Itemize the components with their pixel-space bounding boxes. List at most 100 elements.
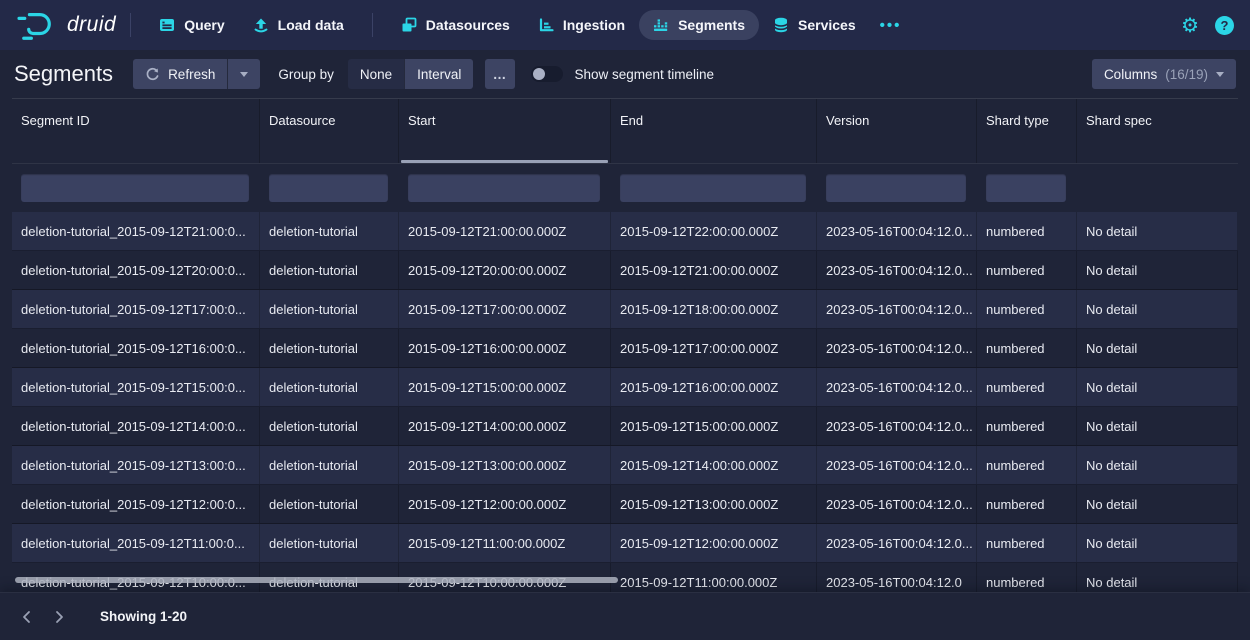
cell-end[interactable]: 2015-09-12T18:00:00.000Z — [611, 290, 817, 328]
cell-segment-id[interactable]: deletion-tutorial_2015-09-12T12:00:0... — [12, 485, 260, 523]
horizontal-scrollbar[interactable] — [15, 577, 618, 583]
cell-datasource[interactable]: deletion-tutorial — [260, 485, 399, 523]
cell-start[interactable]: 2015-09-12T13:00:00.000Z — [399, 446, 611, 484]
more-menu-button[interactable]: ••• — [870, 17, 912, 34]
cell-shard-type[interactable]: numbered — [977, 485, 1077, 523]
columns-dropdown-button[interactable]: Columns (16/19) — [1092, 59, 1236, 89]
cell-datasource[interactable]: deletion-tutorial — [260, 368, 399, 406]
cell-version[interactable]: 2023-05-16T00:04:12.0... — [817, 290, 977, 328]
table-row[interactable]: deletion-tutorial_2015-09-12T11:00:0...d… — [12, 524, 1238, 563]
cell-start[interactable]: 2015-09-12T17:00:00.000Z — [399, 290, 611, 328]
nav-item-services[interactable]: Services — [759, 10, 870, 40]
cell-start[interactable]: 2015-09-12T11:00:00.000Z — [399, 524, 611, 562]
cell-end[interactable]: 2015-09-12T12:00:00.000Z — [611, 524, 817, 562]
cell-end[interactable]: 2015-09-12T15:00:00.000Z — [611, 407, 817, 445]
cell-segment-id[interactable]: deletion-tutorial_2015-09-12T20:00:0... — [12, 251, 260, 289]
column-header-shard-type[interactable]: Shard type — [977, 99, 1077, 163]
cell-segment-id[interactable]: deletion-tutorial_2015-09-12T16:00:0... — [12, 329, 260, 367]
filter-input-datasource[interactable] — [269, 174, 388, 202]
cell-start[interactable]: 2015-09-12T21:00:00.000Z — [399, 212, 611, 250]
cell-version[interactable]: 2023-05-16T00:04:12.0... — [817, 446, 977, 484]
table-row[interactable]: deletion-tutorial_2015-09-12T14:00:0...d… — [12, 407, 1238, 446]
refresh-button[interactable]: Refresh — [133, 59, 227, 89]
filter-input-end[interactable] — [620, 174, 806, 202]
cell-version[interactable]: 2023-05-16T00:04:12.0... — [817, 251, 977, 289]
cell-shard-spec[interactable]: No detail — [1077, 446, 1238, 484]
table-row[interactable]: deletion-tutorial_2015-09-12T12:00:0...d… — [12, 485, 1238, 524]
cell-shard-spec[interactable]: No detail — [1077, 329, 1238, 367]
more-actions-button[interactable]: … — [485, 59, 515, 89]
cell-segment-id[interactable]: deletion-tutorial_2015-09-12T21:00:0... — [12, 212, 260, 250]
previous-page-button[interactable] — [16, 606, 38, 628]
next-page-button[interactable] — [48, 606, 70, 628]
cell-end[interactable]: 2015-09-12T14:00:00.000Z — [611, 446, 817, 484]
cell-version[interactable]: 2023-05-16T00:04:12.0... — [817, 329, 977, 367]
gear-icon[interactable]: ⚙ — [1181, 15, 1199, 35]
table-row[interactable]: deletion-tutorial_2015-09-12T17:00:0...d… — [12, 290, 1238, 329]
nav-item-load-data[interactable]: Load data — [239, 10, 358, 40]
cell-version[interactable]: 2023-05-16T00:04:12.0... — [817, 212, 977, 250]
cell-start[interactable]: 2015-09-12T14:00:00.000Z — [399, 407, 611, 445]
cell-datasource[interactable]: deletion-tutorial — [260, 329, 399, 367]
cell-shard-spec[interactable]: No detail — [1077, 251, 1238, 289]
nav-item-segments[interactable]: Segments — [639, 10, 759, 40]
cell-shard-type[interactable]: numbered — [977, 524, 1077, 562]
filter-input-shard-type[interactable] — [986, 174, 1066, 202]
group-by-none-button[interactable]: None — [348, 59, 404, 89]
cell-shard-spec[interactable]: No detail — [1077, 524, 1238, 562]
table-row[interactable]: deletion-tutorial_2015-09-12T15:00:0...d… — [12, 368, 1238, 407]
cell-end[interactable]: 2015-09-12T22:00:00.000Z — [611, 212, 817, 250]
help-icon[interactable]: ? — [1215, 16, 1234, 35]
filter-input-start[interactable] — [408, 174, 600, 202]
cell-segment-id[interactable]: deletion-tutorial_2015-09-12T17:00:0... — [12, 290, 260, 328]
cell-shard-type[interactable]: numbered — [977, 368, 1077, 406]
nav-item-ingestion[interactable]: Ingestion — [524, 10, 639, 40]
cell-shard-spec[interactable]: No detail — [1077, 368, 1238, 406]
cell-segment-id[interactable]: deletion-tutorial_2015-09-12T11:00:0... — [12, 524, 260, 562]
cell-end[interactable]: 2015-09-12T21:00:00.000Z — [611, 251, 817, 289]
cell-version[interactable]: 2023-05-16T00:04:12.0... — [817, 407, 977, 445]
cell-datasource[interactable]: deletion-tutorial — [260, 212, 399, 250]
cell-end[interactable]: 2015-09-12T13:00:00.000Z — [611, 485, 817, 523]
group-by-interval-button[interactable]: Interval — [404, 59, 473, 89]
cell-segment-id[interactable]: deletion-tutorial_2015-09-12T14:00:0... — [12, 407, 260, 445]
cell-shard-type[interactable]: numbered — [977, 212, 1077, 250]
table-row[interactable]: deletion-tutorial_2015-09-12T20:00:0...d… — [12, 251, 1238, 290]
cell-segment-id[interactable]: deletion-tutorial_2015-09-12T13:00:0... — [12, 446, 260, 484]
cell-end[interactable]: 2015-09-12T17:00:00.000Z — [611, 329, 817, 367]
column-header-version[interactable]: Version — [817, 99, 977, 163]
table-row[interactable]: deletion-tutorial_2015-09-12T13:00:0...d… — [12, 446, 1238, 485]
cell-start[interactable]: 2015-09-12T15:00:00.000Z — [399, 368, 611, 406]
cell-start[interactable]: 2015-09-12T16:00:00.000Z — [399, 329, 611, 367]
table-row[interactable]: deletion-tutorial_2015-09-12T21:00:0...d… — [12, 212, 1238, 251]
cell-datasource[interactable]: deletion-tutorial — [260, 446, 399, 484]
cell-shard-type[interactable]: numbered — [977, 251, 1077, 289]
column-header-shard-spec[interactable]: Shard spec — [1077, 99, 1238, 163]
cell-shard-type[interactable]: numbered — [977, 329, 1077, 367]
cell-start[interactable]: 2015-09-12T12:00:00.000Z — [399, 485, 611, 523]
cell-shard-spec[interactable]: No detail — [1077, 485, 1238, 523]
cell-shard-spec[interactable]: No detail — [1077, 212, 1238, 250]
filter-input-segment-id[interactable] — [21, 174, 249, 202]
cell-datasource[interactable]: deletion-tutorial — [260, 407, 399, 445]
segment-timeline-toggle[interactable] — [531, 66, 563, 82]
nav-item-query[interactable]: Query — [145, 10, 238, 40]
druid-logo[interactable]: druid — [16, 8, 116, 42]
cell-datasource[interactable]: deletion-tutorial — [260, 290, 399, 328]
cell-start[interactable]: 2015-09-12T20:00:00.000Z — [399, 251, 611, 289]
cell-version[interactable]: 2023-05-16T00:04:12.0... — [817, 368, 977, 406]
cell-datasource[interactable]: deletion-tutorial — [260, 251, 399, 289]
cell-shard-type[interactable]: numbered — [977, 407, 1077, 445]
nav-item-datasources[interactable]: Datasources — [387, 10, 524, 40]
column-header-start[interactable]: Start — [399, 99, 611, 163]
column-header-end[interactable]: End — [611, 99, 817, 163]
cell-version[interactable]: 2023-05-16T00:04:12.0... — [817, 524, 977, 562]
cell-shard-type[interactable]: numbered — [977, 446, 1077, 484]
filter-input-version[interactable] — [826, 174, 966, 202]
cell-end[interactable]: 2015-09-12T16:00:00.000Z — [611, 368, 817, 406]
refresh-dropdown-button[interactable] — [227, 59, 260, 89]
cell-shard-spec[interactable]: No detail — [1077, 407, 1238, 445]
column-header-segment-id[interactable]: Segment ID — [12, 99, 260, 163]
cell-datasource[interactable]: deletion-tutorial — [260, 524, 399, 562]
cell-version[interactable]: 2023-05-16T00:04:12.0... — [817, 485, 977, 523]
